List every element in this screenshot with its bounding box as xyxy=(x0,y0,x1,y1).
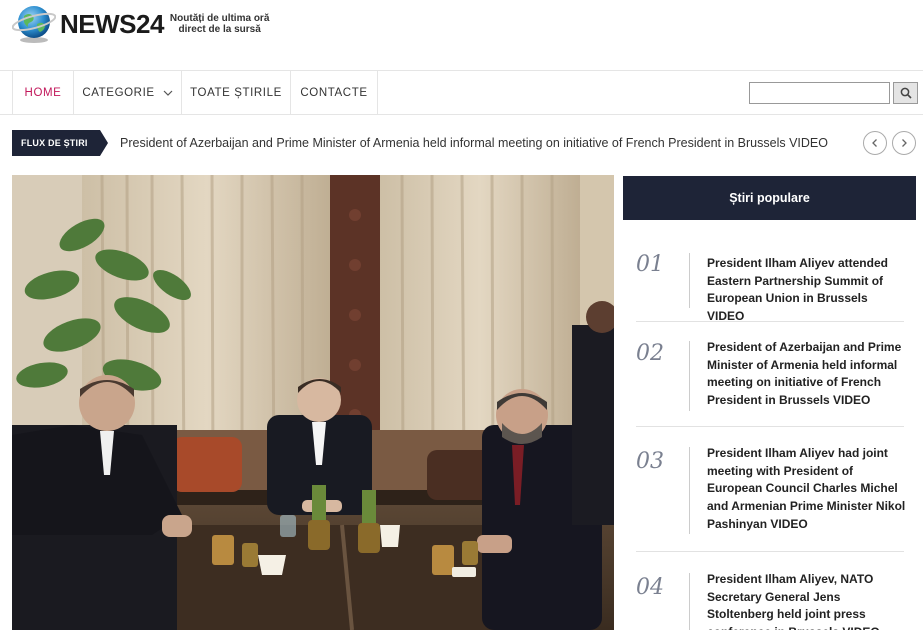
divider xyxy=(689,573,690,630)
ticker-label: FLUX DE ȘTIRI xyxy=(12,130,108,156)
featured-article-photo[interactable] xyxy=(12,175,614,630)
popular-item-title[interactable]: President of Azerbaijan and Prime Minist… xyxy=(707,339,907,410)
popular-item-4[interactable]: 04 President Ilham Aliyev, NATO Secretar… xyxy=(636,570,904,630)
popular-news-title: Știri populare xyxy=(623,176,916,220)
nav-categorie-dropdown[interactable]: CATEGORIE xyxy=(74,71,182,115)
ticker-prev-button[interactable] xyxy=(863,131,887,155)
search-button[interactable] xyxy=(893,82,918,104)
divider xyxy=(689,253,690,308)
popular-item-number: 03 xyxy=(636,449,664,474)
nav-contacte-label: CONTACTE xyxy=(300,87,368,99)
divider xyxy=(689,341,690,411)
nav-toate-stirile-label: TOATE ȘTIRILE xyxy=(190,87,282,99)
popular-item-2[interactable]: 02 President of Azerbaijan and Prime Min… xyxy=(636,338,904,412)
nav-toate-stirile[interactable]: TOATE ȘTIRILE xyxy=(182,71,291,115)
popular-item-1[interactable]: 01 President Ilham Aliyev attended Easte… xyxy=(636,250,904,323)
brand-name: NEWS24 xyxy=(60,8,164,39)
ticker-next-button[interactable] xyxy=(892,131,916,155)
nav-home-label: HOME xyxy=(24,87,62,99)
site-logo[interactable]: NEWS24 Noutăți de ultima oră direct de l… xyxy=(11,2,312,46)
ticker-headline-link[interactable]: President of Azerbaijan and Prime Minist… xyxy=(120,136,828,150)
nav-categorie-label: CATEGORIE xyxy=(82,87,155,99)
main-navigation: HOME CATEGORIE TOATE ȘTIRILE CONTACTE xyxy=(0,70,923,115)
search-icon xyxy=(900,87,912,99)
popular-item-3[interactable]: 03 President Ilham Aliyev had joint meet… xyxy=(636,444,907,538)
divider xyxy=(636,426,904,427)
popular-news-widget: Știri populare 01 President Ilham Aliyev… xyxy=(623,176,916,630)
divider xyxy=(636,551,904,552)
tagline-line-2: direct de la sursă xyxy=(178,24,261,35)
popular-item-title[interactable]: President Ilham Aliyev had joint meeting… xyxy=(707,445,907,534)
tagline-line-1: Noutăți de ultima oră xyxy=(169,13,270,24)
popular-item-number: 02 xyxy=(636,341,664,366)
brand-tagline: Noutăți de ultima oră direct de la sursă xyxy=(170,13,269,35)
popular-item-title[interactable]: President Ilham Aliyev attended Eastern … xyxy=(707,255,907,326)
chevron-down-icon xyxy=(163,90,173,96)
nav-home[interactable]: HOME xyxy=(12,71,74,115)
popular-item-number: 01 xyxy=(636,252,664,277)
featured-photo-illustration xyxy=(12,175,614,630)
chevron-right-icon xyxy=(902,139,907,147)
chevron-left-icon xyxy=(872,139,877,147)
divider xyxy=(636,321,904,322)
popular-news-list: 01 President Ilham Aliyev attended Easte… xyxy=(623,220,916,630)
popular-item-number: 04 xyxy=(636,575,664,600)
globe-logo-icon xyxy=(11,2,57,46)
nav-contacte[interactable]: CONTACTE xyxy=(291,71,378,115)
site-header: NEWS24 Noutăți de ultima oră direct de l… xyxy=(0,0,923,70)
divider xyxy=(689,447,690,534)
popular-item-title[interactable]: President Ilham Aliyev, NATO Secretary G… xyxy=(707,571,904,630)
news-ticker: FLUX DE ȘTIRI President of Azerbaijan an… xyxy=(12,128,923,160)
search-input[interactable] xyxy=(749,82,890,104)
